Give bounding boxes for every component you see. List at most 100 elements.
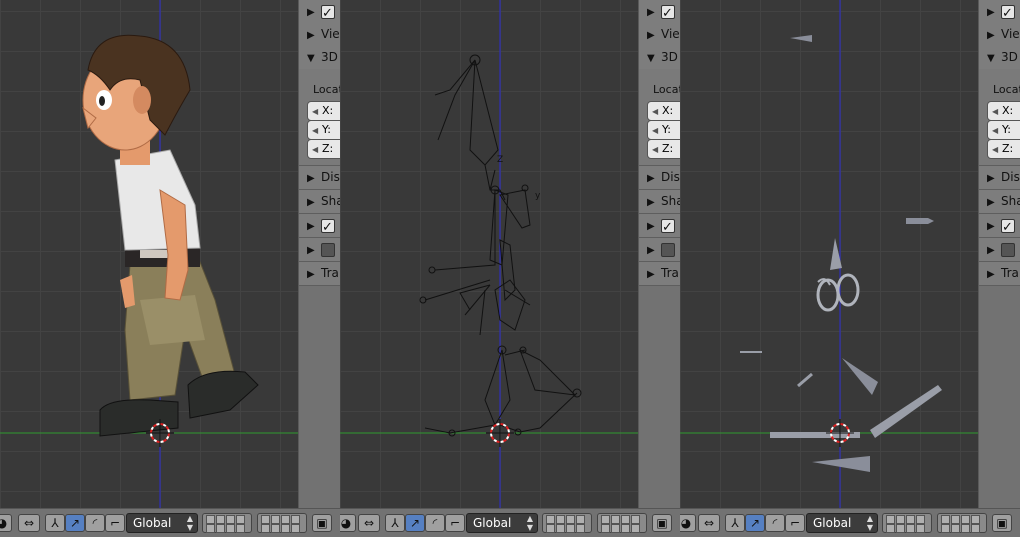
- transform-orientation-select[interactable]: Global ▲ ▼: [466, 513, 538, 533]
- checkbox-icon[interactable]: [321, 2, 335, 25]
- panel-row-check-3[interactable]: ▶: [299, 238, 341, 262]
- location-x-field[interactable]: ◀ X:: [987, 101, 1020, 121]
- location-x-field[interactable]: ◀ X:: [647, 101, 681, 121]
- transform-orientation-select[interactable]: Global ▲ ▼: [126, 513, 198, 533]
- panel-row-check-2[interactable]: ▶: [639, 214, 681, 239]
- lock-layers-icon[interactable]: ▣: [992, 514, 1012, 532]
- manipulator-axes-icon[interactable]: ⅄: [725, 514, 745, 532]
- rotate-icon[interactable]: ◜: [85, 514, 105, 532]
- panel-row-transform[interactable]: ▶ Tra: [639, 262, 681, 286]
- properties-panel-1[interactable]: ▶ ▶Vie ▼3D Locati ◀X: ◀Y: ◀Z: ▶Dis ▶Sha …: [298, 0, 341, 508]
- viewport-armature[interactable]: Z y: [340, 0, 638, 508]
- panel-row-transform[interactable]: ▶ Tra: [299, 262, 341, 286]
- checkbox-icon[interactable]: [1001, 243, 1015, 257]
- scale-icon[interactable]: ⌐: [105, 514, 125, 532]
- layer-buttons-a[interactable]: [202, 513, 252, 533]
- panel-row-view[interactable]: ▶ Vie: [299, 23, 341, 47]
- panel-row-display[interactable]: ▶ Dis: [299, 166, 341, 190]
- location-z-field[interactable]: ◀ Z:: [307, 139, 341, 159]
- translate-icon[interactable]: ↗: [405, 514, 425, 532]
- checkbox-icon[interactable]: [321, 216, 335, 239]
- panel-row-view[interactable]: ▶ Vie: [979, 23, 1020, 47]
- panel-row-check-3[interactable]: ▶: [639, 238, 681, 262]
- checkbox-icon[interactable]: [661, 2, 675, 25]
- field-label: Y:: [1002, 123, 1011, 136]
- properties-panel-3[interactable]: ▶ ▶Vie ▼3D Locati ◀X: ◀Y: ◀Z: ▶Dis ▶Sha …: [978, 0, 1020, 508]
- orientation-label: Global: [133, 516, 172, 530]
- field-label: Y:: [322, 123, 331, 136]
- panel-row-display[interactable]: ▶ Dis: [639, 166, 681, 190]
- field-label: Z:: [1002, 142, 1014, 155]
- lock-layers-icon[interactable]: ▣: [312, 514, 332, 532]
- panel-row-label: Dis: [1001, 170, 1020, 184]
- panel-row-check[interactable]: ▶: [639, 0, 681, 25]
- checkbox-icon[interactable]: [1001, 2, 1015, 25]
- manipulator-axes-icon[interactable]: ⅄: [45, 514, 65, 532]
- checkbox-icon[interactable]: [1001, 216, 1015, 239]
- location-x-field[interactable]: ◀ X:: [307, 101, 341, 121]
- location-y-field[interactable]: ◀ Y:: [987, 120, 1020, 140]
- character-model[interactable]: [82, 34, 259, 437]
- location-z-field[interactable]: ◀ Z:: [987, 139, 1020, 159]
- field-label: Z:: [322, 142, 334, 155]
- location-group: Locati ◀X: ◀Y: ◀Z:: [979, 69, 1020, 166]
- panel-row-shading[interactable]: ▶Sha: [639, 190, 681, 214]
- panel-row-view[interactable]: ▶ Vie: [639, 23, 681, 47]
- rotate-icon[interactable]: ◜: [765, 514, 785, 532]
- layer-buttons-b[interactable]: [597, 513, 647, 533]
- panel-row-label: Vie: [661, 27, 680, 41]
- panel-row-shading[interactable]: ▶Sha: [979, 190, 1020, 214]
- location-z-field[interactable]: ◀ Z:: [647, 139, 681, 159]
- panel-row-check-2[interactable]: ▶: [979, 214, 1020, 239]
- viewport-character[interactable]: [0, 0, 298, 508]
- translate-icon[interactable]: ↗: [745, 514, 765, 532]
- viewport-character-canvas: [0, 0, 298, 508]
- bone-shape-widgets[interactable]: [740, 35, 942, 472]
- panel-row-label: Sha: [321, 194, 341, 208]
- lock-layers-icon[interactable]: ▣: [652, 514, 672, 532]
- layer-buttons-b[interactable]: [937, 513, 987, 533]
- scale-icon[interactable]: ⌐: [785, 514, 805, 532]
- pivot-icon[interactable]: ◕: [680, 514, 696, 532]
- layer-buttons-a[interactable]: [882, 513, 932, 533]
- orientation-label: Global: [473, 516, 512, 530]
- scale-icon[interactable]: ⌐: [445, 514, 465, 532]
- manipulator-axes-icon[interactable]: ⅄: [385, 514, 405, 532]
- panel-row-label: Sha: [661, 194, 681, 208]
- viewport-header-1: ◕ ⇔ ⅄ ↗ ◜ ⌐ Global▲▼ ▣: [0, 508, 340, 537]
- viewport-bone-shapes[interactable]: [680, 0, 978, 508]
- layer-buttons-b[interactable]: [257, 513, 307, 533]
- panel-row-shading[interactable]: ▶Sha: [299, 190, 341, 214]
- panel-row-check-2[interactable]: ▶: [299, 214, 341, 239]
- snap-icon[interactable]: ⇔: [358, 514, 380, 532]
- properties-panel-2[interactable]: ▶ ▶Vie ▼3D Locati ◀X: ◀Y: ◀Z: ▶Dis ▶Sha …: [638, 0, 681, 508]
- panel-row-check[interactable]: ▶: [979, 0, 1020, 25]
- panel-row-transform[interactable]: ▶ Tra: [979, 262, 1020, 286]
- panel-row-label: 3D: [321, 50, 338, 64]
- translate-icon[interactable]: ↗: [65, 514, 85, 532]
- panel-row-3d-cursor[interactable]: ▼ 3D: [639, 46, 681, 70]
- panel-row-label: Tra: [1001, 266, 1019, 280]
- checkbox-icon[interactable]: [661, 216, 675, 239]
- panel-row-3d-cursor[interactable]: ▼ 3D: [299, 46, 341, 70]
- panel-row-3d-cursor[interactable]: ▼ 3D: [979, 46, 1020, 70]
- panel-row-check-3[interactable]: ▶: [979, 238, 1020, 262]
- 3d-cursor-icon: [486, 419, 514, 447]
- snap-icon[interactable]: ⇔: [698, 514, 720, 532]
- location-y-field[interactable]: ◀ Y:: [647, 120, 681, 140]
- layer-buttons-a[interactable]: [542, 513, 592, 533]
- panel-row-check[interactable]: ▶: [299, 0, 341, 25]
- pivot-icon[interactable]: ◕: [340, 514, 356, 532]
- panel-row-label: Dis: [661, 170, 680, 184]
- location-group: Locati ◀X: ◀Y: ◀Z:: [639, 69, 681, 166]
- panel-row-display[interactable]: ▶ Dis: [979, 166, 1020, 190]
- panel-row-label: 3D: [1001, 50, 1018, 64]
- transform-orientation-select[interactable]: Global ▲ ▼: [806, 513, 878, 533]
- snap-icon[interactable]: ⇔: [18, 514, 40, 532]
- checkbox-icon[interactable]: [321, 243, 335, 257]
- rotate-icon[interactable]: ◜: [425, 514, 445, 532]
- location-label: Locati: [993, 83, 1020, 96]
- checkbox-icon[interactable]: [661, 243, 675, 257]
- location-y-field[interactable]: ◀ Y:: [307, 120, 341, 140]
- pivot-icon[interactable]: ◕: [0, 514, 12, 532]
